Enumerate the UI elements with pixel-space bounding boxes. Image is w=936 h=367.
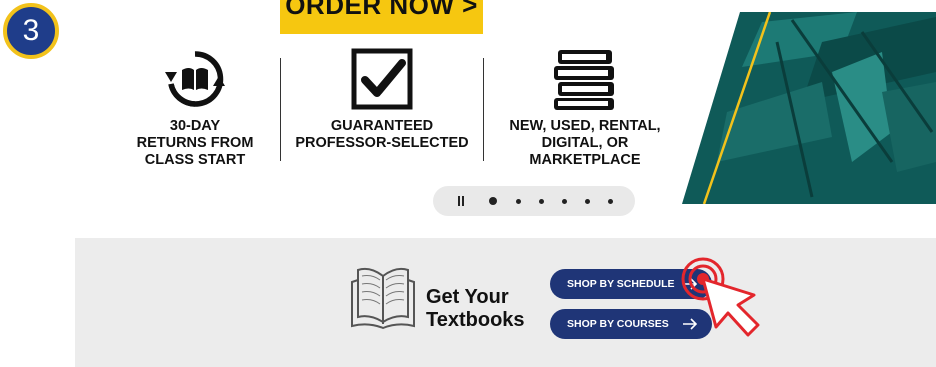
feature-returns-text: 30-DAY RETURNS FROM CLASS START xyxy=(136,118,254,168)
carousel-dot[interactable] xyxy=(562,199,567,204)
feature-guaranteed-text: GUARANTEED PROFESSOR-SELECTED xyxy=(295,118,469,151)
carousel-dot[interactable] xyxy=(608,199,613,204)
carousel-controls xyxy=(433,186,635,216)
pause-icon[interactable] xyxy=(457,196,467,207)
get-your-textbooks-heading: Get Your Textbooks xyxy=(426,286,525,331)
checkbox-icon xyxy=(351,48,413,110)
feature-guaranteed: GUARANTEED PROFESSOR-SELECTED xyxy=(282,46,482,152)
order-now-button[interactable]: ORDER NOW > xyxy=(280,0,483,34)
arrow-right-icon xyxy=(683,278,698,290)
step-number-badge: 3 xyxy=(3,3,59,59)
books-photo-image xyxy=(682,12,936,204)
shop-by-schedule-button[interactable]: SHOP BY SCHEDULE xyxy=(550,269,712,299)
open-book-icon xyxy=(351,267,415,330)
carousel-dot[interactable] xyxy=(516,199,521,204)
feature-formats: NEW, USED, RENTAL, DIGITAL, OR MARKETPLA… xyxy=(490,46,680,169)
arrow-right-icon xyxy=(683,318,698,330)
carousel-dot[interactable] xyxy=(539,199,544,204)
feature-returns: 30-DAY RETURNS FROM CLASS START xyxy=(120,46,270,169)
order-now-label: ORDER NOW > xyxy=(285,0,478,20)
shop-by-schedule-label: SHOP BY SCHEDULE xyxy=(567,278,675,290)
book-stack-icon xyxy=(554,50,614,110)
shop-by-courses-label: SHOP BY COURSES xyxy=(567,318,669,330)
carousel-dot[interactable] xyxy=(489,197,497,205)
shop-by-courses-button[interactable]: SHOP BY COURSES xyxy=(550,309,712,339)
feature-divider xyxy=(483,58,484,161)
carousel-dot[interactable] xyxy=(585,199,590,204)
feature-divider xyxy=(280,58,281,161)
returns-book-icon xyxy=(165,51,225,107)
feature-formats-text: NEW, USED, RENTAL, DIGITAL, OR MARKETPLA… xyxy=(509,118,661,168)
